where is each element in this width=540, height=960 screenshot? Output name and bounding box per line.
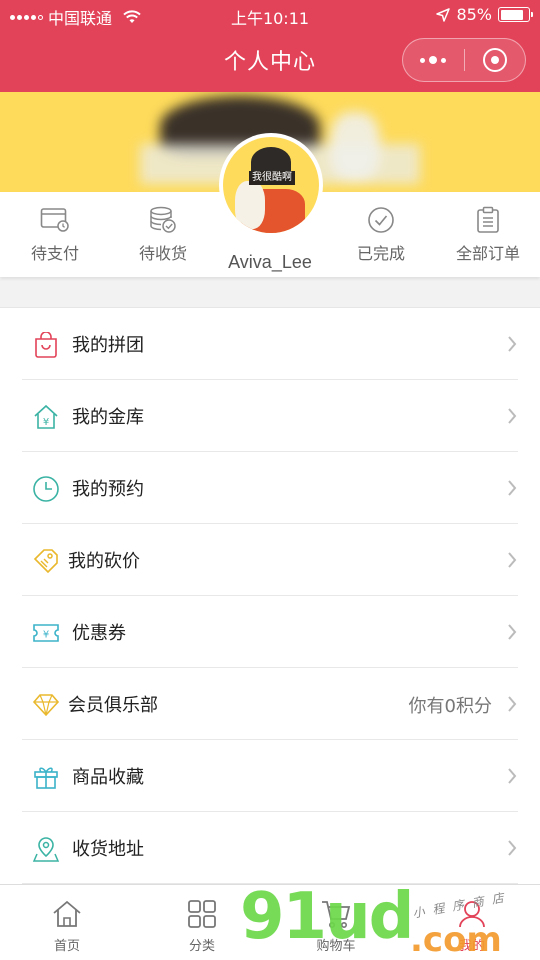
menu-item-coupons[interactable]: ¥ 优惠券 bbox=[0, 596, 540, 668]
house-yen-icon: ¥ bbox=[32, 403, 60, 431]
grid-icon bbox=[162, 899, 242, 931]
svg-text:¥: ¥ bbox=[43, 630, 49, 641]
username: Aviva_Lee bbox=[228, 252, 312, 272]
menu-item-reservation[interactable]: 我的预约 bbox=[0, 452, 540, 524]
menu-list: 我的拼团 ¥ 我的金库 我的预约 我的砍价 ¥ 优惠券 会员俱乐部 你有0积分 … bbox=[0, 307, 540, 884]
chevron-right-icon bbox=[508, 840, 517, 856]
menu-item-favorites[interactable]: 商品收藏 bbox=[0, 740, 540, 812]
menu-item-address[interactable]: 收货地址 bbox=[0, 812, 540, 884]
watermark-domain: .com bbox=[410, 920, 502, 960]
chevron-right-icon bbox=[508, 624, 517, 640]
wallet-clock-icon bbox=[10, 206, 100, 234]
menu-item-label: 我的预约 bbox=[72, 479, 144, 500]
location-arrow-icon bbox=[436, 7, 451, 22]
chevron-right-icon bbox=[508, 696, 517, 712]
more-dots-icon bbox=[420, 56, 447, 64]
avatar[interactable]: 我很酷啊 bbox=[219, 133, 323, 237]
battery-group: 85% bbox=[436, 5, 533, 24]
mini-program-capsule bbox=[402, 38, 526, 82]
watermark-logo: 91ud bbox=[240, 880, 414, 954]
menu-item-group-buy[interactable]: 我的拼团 bbox=[0, 308, 540, 380]
menu-item-label: 会员俱乐部 bbox=[68, 695, 158, 716]
more-button[interactable] bbox=[403, 39, 464, 81]
menu-item-label: 我的金库 bbox=[72, 407, 144, 428]
tab-home[interactable]: 首页 bbox=[27, 899, 107, 954]
status-bar: 中国联通 上午10:11 85% bbox=[0, 0, 540, 30]
shopping-bag-icon bbox=[32, 331, 60, 359]
menu-item-bargain[interactable]: 我的砍价 bbox=[0, 524, 540, 596]
menu-item-label: 收货地址 bbox=[72, 839, 144, 860]
tab-categories[interactable]: 分类 bbox=[162, 899, 242, 954]
tab-label: 首页 bbox=[53, 939, 80, 954]
coupon-icon: ¥ bbox=[32, 619, 60, 647]
clipboard-icon bbox=[443, 206, 533, 234]
tab-label: 分类 bbox=[188, 939, 215, 954]
menu-item-member-club[interactable]: 会员俱乐部 你有0积分 bbox=[0, 668, 540, 740]
menu-item-vault[interactable]: ¥ 我的金库 bbox=[0, 380, 540, 452]
nav-bar: 个人中心 bbox=[0, 30, 540, 92]
svg-text:¥: ¥ bbox=[43, 417, 49, 428]
chevron-right-icon bbox=[508, 768, 517, 784]
menu-item-label: 优惠券 bbox=[72, 623, 126, 644]
map-pin-icon bbox=[32, 835, 60, 863]
battery-percent: 85% bbox=[456, 5, 492, 24]
battery-icon bbox=[498, 7, 533, 22]
clock-icon bbox=[32, 475, 60, 503]
chevron-right-icon bbox=[508, 552, 517, 568]
close-mini-program-button[interactable] bbox=[465, 39, 526, 81]
coin-stack-icon bbox=[118, 206, 208, 234]
gift-icon bbox=[32, 763, 60, 791]
menu-item-label: 商品收藏 bbox=[72, 767, 144, 788]
target-circle-icon bbox=[482, 48, 507, 72]
chevron-right-icon bbox=[508, 480, 517, 496]
diamond-icon bbox=[32, 691, 60, 719]
chevron-right-icon bbox=[508, 336, 517, 352]
menu-item-label: 我的拼团 bbox=[72, 335, 144, 356]
chevron-right-icon bbox=[508, 408, 517, 424]
home-icon bbox=[27, 899, 107, 931]
avatar-image: 我很酷啊 bbox=[223, 137, 319, 233]
menu-item-label: 我的砍价 bbox=[68, 551, 140, 572]
price-tag-icon bbox=[32, 547, 60, 575]
check-circle-icon bbox=[336, 206, 426, 234]
avatar-sign-text: 我很酷啊 bbox=[249, 171, 295, 185]
points-balance: 你有0积分 bbox=[408, 696, 492, 717]
